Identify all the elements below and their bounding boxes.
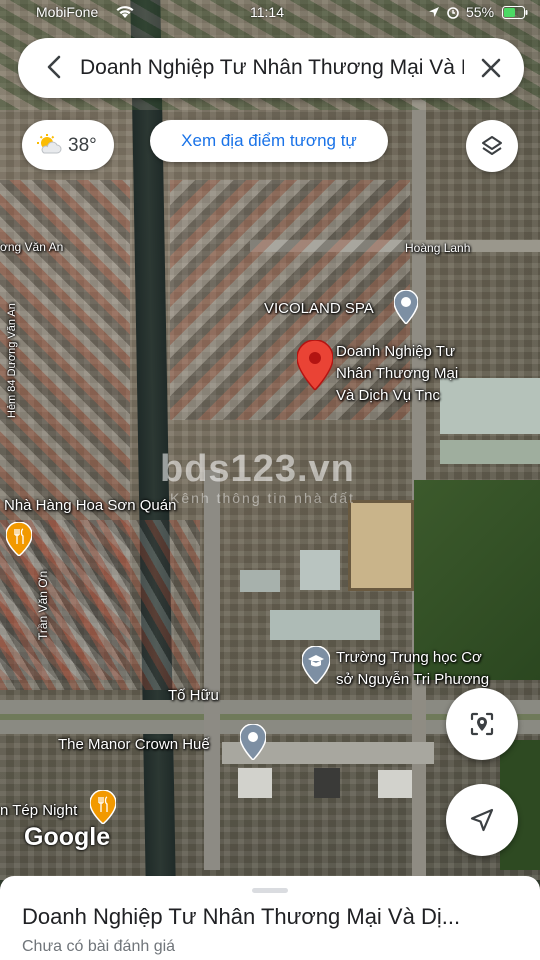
road-vertical-center xyxy=(204,470,220,870)
selected-place-label-line1: Doanh Nghiệp Tư xyxy=(336,343,456,360)
weather-chip[interactable]: 38° xyxy=(22,120,114,170)
manor-tower xyxy=(238,768,272,798)
clock: 11:14 xyxy=(250,4,284,20)
street-label: Trần Văn Ơn xyxy=(36,570,50,640)
place-title: Doanh Nghiệp Tư Nhân Thương Mại Và Dị... xyxy=(22,904,461,929)
selected-place-label-line2: Nhân Thương Mại xyxy=(336,365,459,382)
review-status: Chưa có bài đánh giá xyxy=(22,938,176,955)
location-services-icon xyxy=(429,7,439,17)
street-view-pin-icon xyxy=(470,712,494,736)
battery-percent: 55% xyxy=(466,4,495,20)
drag-handle[interactable] xyxy=(252,888,288,893)
google-logo: Google xyxy=(24,823,111,851)
school-building xyxy=(270,610,380,640)
manor-tower xyxy=(378,770,412,798)
search-bar[interactable]: Doanh Nghiệp Tư Nhân Thương Mại Và Dịch … xyxy=(18,38,524,98)
battery-icon xyxy=(502,6,528,19)
hotel-pin-icon[interactable] xyxy=(240,724,266,760)
school-pin-icon[interactable] xyxy=(302,646,330,684)
street-label: Hoàng Lanh xyxy=(405,241,471,255)
place-bottom-sheet[interactable]: Doanh Nghiệp Tư Nhân Thương Mại Và Dị...… xyxy=(0,876,540,960)
wifi-icon xyxy=(116,6,134,18)
restaurant-pin-icon[interactable] xyxy=(6,522,32,556)
school-building xyxy=(240,570,280,592)
school-building xyxy=(300,550,340,590)
back-arrow-icon[interactable] xyxy=(40,52,70,82)
poi-label-school-line2[interactable]: sở Nguyễn Tri Phương xyxy=(336,670,489,689)
carrier-label: MobiFone xyxy=(36,4,99,20)
building-complex xyxy=(440,440,540,464)
my-location-button[interactable] xyxy=(446,784,518,856)
search-query-text[interactable]: Doanh Nghiệp Tư Nhân Thương Mại Và Dịch … xyxy=(80,56,464,80)
similar-places-button[interactable]: Xem địa điểm tương tự xyxy=(150,120,388,162)
navigation-arrow-icon xyxy=(470,808,494,832)
partly-sunny-icon xyxy=(37,134,62,154)
poi-label-school-line1[interactable]: Trường Trung học Cơ xyxy=(336,648,482,667)
temperature: 38° xyxy=(68,135,97,156)
poi-pin-icon[interactable] xyxy=(394,290,418,324)
building-complex xyxy=(440,378,540,434)
restaurant-pin-icon[interactable] xyxy=(90,790,116,824)
street-label: Hẻm 84 Dương Văn An xyxy=(6,303,18,418)
close-icon[interactable] xyxy=(476,53,506,83)
poi-label-tep-night[interactable]: n Tép Night xyxy=(0,801,77,820)
layers-icon xyxy=(482,136,502,155)
watermark-subtitle: Kênh thông tin nhà đất xyxy=(170,490,355,506)
selected-place-label-line3: Và Dịch Vụ Tnc xyxy=(336,387,440,404)
street-view-button[interactable] xyxy=(446,688,518,760)
watermark: bds123.vn xyxy=(160,448,355,490)
alarm-icon xyxy=(447,7,459,19)
sports-field xyxy=(348,500,414,591)
poi-label-manor[interactable]: The Manor Crown Huế xyxy=(58,735,210,754)
manor-tower xyxy=(314,768,340,798)
street-label: Tố Hữu xyxy=(168,687,219,704)
status-bar: MobiFone 11:14 55% xyxy=(0,0,540,26)
selected-place-pin-icon[interactable] xyxy=(297,340,333,390)
street-label: ơng Văn An xyxy=(0,240,64,254)
layers-button[interactable] xyxy=(466,120,518,172)
poi-label-vicoland[interactable]: VICOLAND SPA xyxy=(264,299,374,318)
poi-label-restaurant[interactable]: Nhà Hàng Hoa Sơn Quán xyxy=(4,496,176,515)
